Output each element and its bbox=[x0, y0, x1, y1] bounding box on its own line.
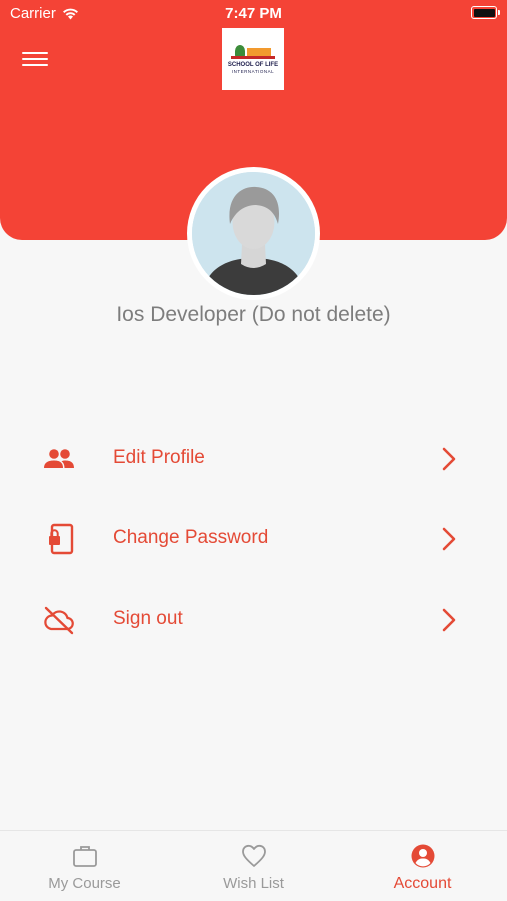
avatar[interactable] bbox=[187, 167, 320, 300]
logo-text-line2: INTERNATIONAL bbox=[231, 69, 275, 74]
hamburger-menu-button[interactable] bbox=[22, 48, 48, 70]
people-icon bbox=[44, 449, 74, 468]
chevron-right-icon bbox=[442, 527, 456, 551]
status-bar: Carrier 7:47 PM bbox=[0, 0, 507, 28]
bottom-tab-bar: My Course Wish List Account bbox=[0, 830, 507, 901]
battery-icon bbox=[471, 6, 500, 19]
school-logo: SCHOOL OF LIFE INTERNATIONAL bbox=[222, 28, 284, 90]
user-name: Ios Developer (Do not delete) bbox=[116, 303, 391, 326]
tab-account[interactable]: Account bbox=[338, 831, 507, 901]
tab-my-course[interactable]: My Course bbox=[0, 831, 169, 901]
briefcase-icon bbox=[73, 846, 97, 867]
sign-out-menu-item[interactable]: Sign out bbox=[0, 590, 507, 650]
tab-account-label: Account bbox=[393, 875, 452, 892]
phone-lock-icon bbox=[49, 523, 74, 555]
chevron-right-icon bbox=[442, 608, 456, 632]
edit-profile-menu-item[interactable]: Edit Profile bbox=[0, 429, 507, 489]
edit-profile-label: Edit Profile bbox=[113, 447, 205, 468]
change-password-menu-item[interactable]: Change Password bbox=[0, 509, 507, 569]
sign-out-label: Sign out bbox=[113, 608, 183, 629]
change-password-label: Change Password bbox=[113, 527, 269, 548]
account-circle-icon bbox=[411, 844, 435, 868]
heart-icon bbox=[242, 844, 266, 867]
tab-wish-list[interactable]: Wish List bbox=[169, 831, 338, 901]
status-time: 7:47 PM bbox=[225, 5, 282, 22]
logo-text-line1: SCHOOL OF LIFE bbox=[227, 62, 279, 68]
tab-wish-list-label: Wish List bbox=[223, 875, 284, 892]
cloud-off-icon bbox=[44, 606, 74, 635]
default-user-avatar-icon bbox=[192, 172, 315, 295]
tab-my-course-label: My Course bbox=[48, 875, 121, 892]
chevron-right-icon bbox=[442, 447, 456, 471]
